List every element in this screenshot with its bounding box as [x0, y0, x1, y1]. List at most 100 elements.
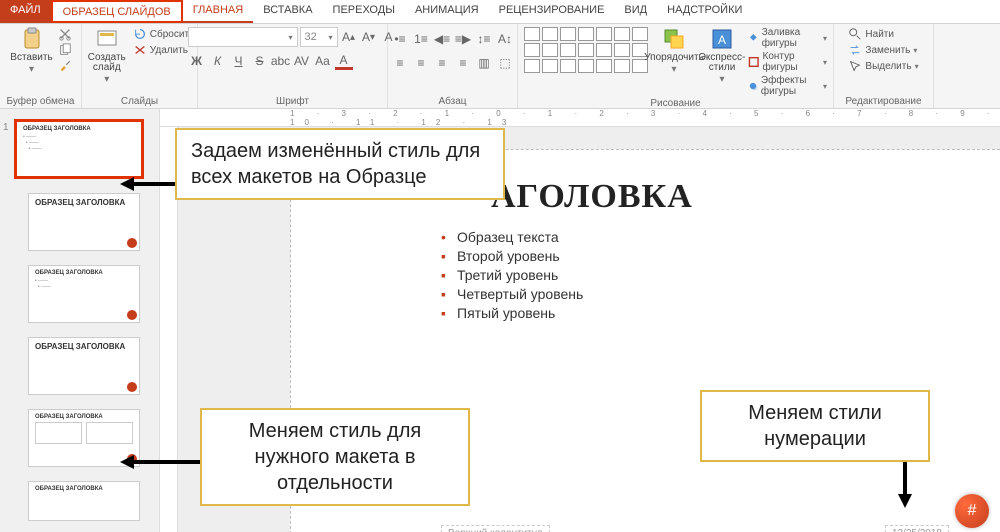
bold-button[interactable]: Ж	[188, 52, 206, 70]
badge-icon	[127, 238, 137, 248]
body-placeholder[interactable]: Образец текста Второй уровень Третий уро…	[291, 229, 1000, 321]
shapes-gallery[interactable]	[524, 27, 648, 73]
align-left-button[interactable]: ≡	[391, 54, 409, 72]
cut-button[interactable]	[58, 27, 72, 41]
paste-caret-icon: ▾	[29, 65, 34, 75]
arrange-icon	[662, 27, 686, 51]
strike-button[interactable]: S	[251, 52, 269, 70]
callout-master-style: Задаем изменённый стиль для всех макетов…	[175, 128, 505, 200]
justify-button[interactable]: ≡	[454, 54, 472, 72]
delete-button[interactable]: Удалить	[133, 43, 194, 57]
cut-icon	[58, 27, 72, 41]
group-paragraph-label: Абзац	[438, 95, 466, 107]
new-slide-caret-icon: ▾	[104, 75, 109, 85]
tab-view[interactable]: ВИД	[614, 0, 657, 23]
tab-home[interactable]: ГЛАВНАЯ	[183, 0, 253, 23]
align-center-button[interactable]: ≡	[412, 54, 430, 72]
shrink-font-button[interactable]: A▾	[360, 28, 378, 46]
slide-number-icon[interactable]: #	[955, 494, 989, 528]
underline-button[interactable]: Ч	[230, 52, 248, 70]
reset-button[interactable]: Сбросить	[133, 27, 194, 41]
group-font: ▾ 32▾ A▴ A▾ A Ж К Ч S abc AV Aa A Шрифт	[198, 24, 388, 108]
thumb-layout-2[interactable]: ОБРАЗЕЦ ЗАГОЛОВКА • —— • ——	[28, 265, 140, 323]
group-font-label: Шрифт	[276, 95, 309, 107]
ribbon: Вставить ▾ Буфер обмена Создать слайд ▾ …	[0, 24, 1000, 109]
group-slides: Создать слайд ▾ Сбросить Удалить Слайды	[82, 24, 198, 108]
group-editing: Найти Заменить▾ Выделить▾ Редактирование	[834, 24, 934, 108]
svg-text:A: A	[718, 33, 726, 47]
ruler-horizontal: 1 · 3 · 2 · 1 · 0 · 1 · 2 · 3 · 4 · 5 · …	[160, 109, 1000, 127]
group-paragraph: •≡ 1≡ ◀≡ ≡▶ ↕≡ A↕ ≡ ≡ ≡ ≡ ▥ ⬚ Абзац	[388, 24, 518, 108]
shape-fill-button[interactable]: Заливка фигуры▾	[748, 27, 827, 49]
find-button[interactable]: Найти	[848, 27, 918, 41]
reset-icon	[133, 27, 147, 41]
tab-slide-master[interactable]: ОБРАЗЕЦ СЛАЙДОВ	[51, 0, 183, 23]
smartart-button[interactable]: ⬚	[496, 54, 514, 72]
badge-icon	[127, 382, 137, 392]
new-slide-button[interactable]: Создать слайд ▾	[85, 27, 129, 85]
replace-icon	[848, 43, 862, 57]
grow-font-button[interactable]: A▴	[340, 28, 358, 46]
thumb-master[interactable]: 1 ОБРАЗЕЦ ЗАГОЛОВКА • —— • —— • ——	[14, 119, 144, 179]
tab-addins[interactable]: НАДСТРОЙКИ	[657, 0, 752, 23]
brush-icon	[58, 59, 72, 73]
thumb-layout-3[interactable]: ОБРАЗЕЦ ЗАГОЛОВКА	[28, 337, 140, 395]
group-slides-label: Слайды	[121, 95, 158, 107]
paste-label: Вставить	[10, 53, 52, 63]
ribbon-tabs: ФАЙЛ ОБРАЗЕЦ СЛАЙДОВ ГЛАВНАЯ ВСТАВКА ПЕР…	[0, 0, 1000, 24]
numbering-button[interactable]: 1≡	[412, 30, 430, 48]
copy-button[interactable]	[58, 43, 72, 57]
dropdown-caret-icon: ▾	[328, 33, 332, 42]
group-clipboard: Вставить ▾ Буфер обмена	[0, 24, 82, 108]
group-drawing: Упорядочить▾ A Экспресс-стили▾ Заливка ф…	[518, 24, 834, 108]
tab-review[interactable]: РЕЦЕНЗИРОВАНИЕ	[489, 0, 615, 23]
arrow-to-layout	[120, 452, 204, 472]
callout-numbering: Меняем стили нумерации	[700, 390, 930, 462]
select-button[interactable]: Выделить▾	[848, 59, 918, 73]
arrange-button[interactable]: Упорядочить▾	[652, 27, 696, 75]
char-spacing-button[interactable]: AV	[293, 52, 311, 70]
group-editing-label: Редактирование	[845, 95, 921, 107]
tab-animation[interactable]: АНИМАЦИЯ	[405, 0, 489, 23]
arrow-to-master	[120, 174, 180, 194]
shape-effects-button[interactable]: Эффекты фигуры▾	[748, 75, 827, 97]
effects-icon	[748, 79, 758, 93]
decrease-indent-button[interactable]: ◀≡	[433, 30, 451, 48]
new-slide-icon	[95, 27, 119, 51]
italic-button[interactable]: К	[209, 52, 227, 70]
columns-button[interactable]: ▥	[475, 54, 493, 72]
align-right-button[interactable]: ≡	[433, 54, 451, 72]
line-spacing-button[interactable]: ↕≡	[475, 30, 493, 48]
thumb-layout-5[interactable]: ОБРАЗЕЦ ЗАГОЛОВКА	[28, 481, 140, 521]
footer-placeholder[interactable]: Верхний колонтитул	[441, 525, 550, 532]
thumb-layout-1[interactable]: ОБРАЗЕЦ ЗАГОЛОВКА	[28, 193, 140, 251]
tab-file[interactable]: ФАЙЛ	[0, 0, 51, 23]
badge-icon	[127, 310, 137, 320]
tab-insert[interactable]: ВСТАВКА	[253, 0, 322, 23]
shadow-button[interactable]: abc	[272, 52, 290, 70]
outline-icon	[748, 55, 760, 69]
group-drawing-label: Рисование	[650, 97, 700, 109]
font-size-select[interactable]: 32▾	[300, 27, 338, 47]
new-slide-label: Создать слайд	[85, 53, 129, 73]
styles-icon: A	[710, 27, 734, 51]
fill-icon	[748, 31, 759, 45]
paste-icon	[20, 27, 44, 51]
paste-button[interactable]: Вставить ▾	[10, 27, 54, 75]
font-name-select[interactable]: ▾	[188, 27, 298, 47]
font-color-button[interactable]: A	[335, 52, 353, 70]
delete-icon	[133, 43, 147, 57]
increase-indent-button[interactable]: ≡▶	[454, 30, 472, 48]
find-icon	[848, 27, 862, 41]
quick-styles-button[interactable]: A Экспресс-стили▾	[700, 27, 744, 85]
tab-transitions[interactable]: ПЕРЕХОДЫ	[323, 0, 405, 23]
select-icon	[848, 59, 862, 73]
text-direction-button[interactable]: A↕	[496, 30, 514, 48]
date-placeholder[interactable]: 12/25/2018	[885, 525, 949, 532]
copy-icon	[58, 43, 72, 57]
bullets-button[interactable]: •≡	[391, 30, 409, 48]
replace-button[interactable]: Заменить▾	[848, 43, 918, 57]
format-painter-button[interactable]	[58, 59, 72, 73]
shape-outline-button[interactable]: Контур фигуры▾	[748, 51, 827, 73]
change-case-button[interactable]: Aa	[314, 52, 332, 70]
